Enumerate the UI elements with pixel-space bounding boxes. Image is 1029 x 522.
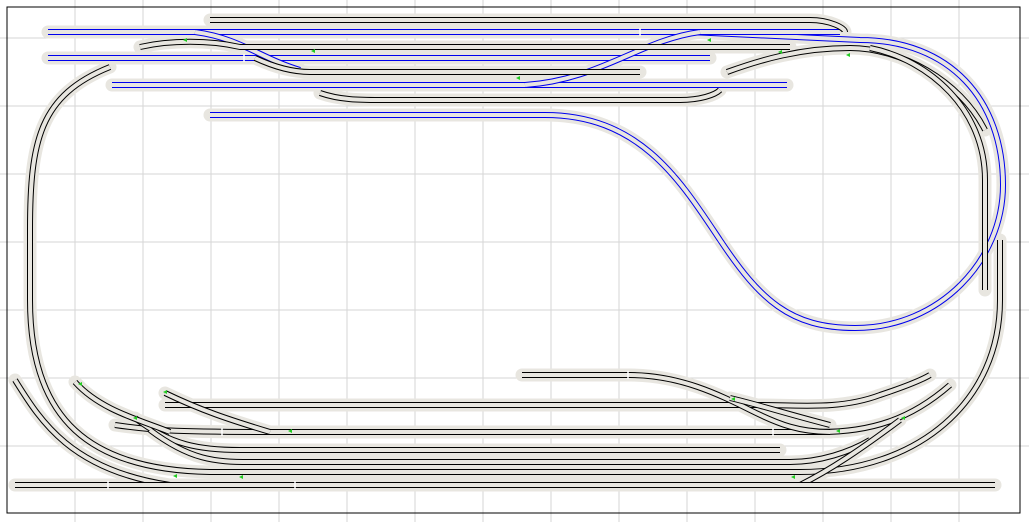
track-plan-canvas[interactable]	[0, 0, 1029, 522]
